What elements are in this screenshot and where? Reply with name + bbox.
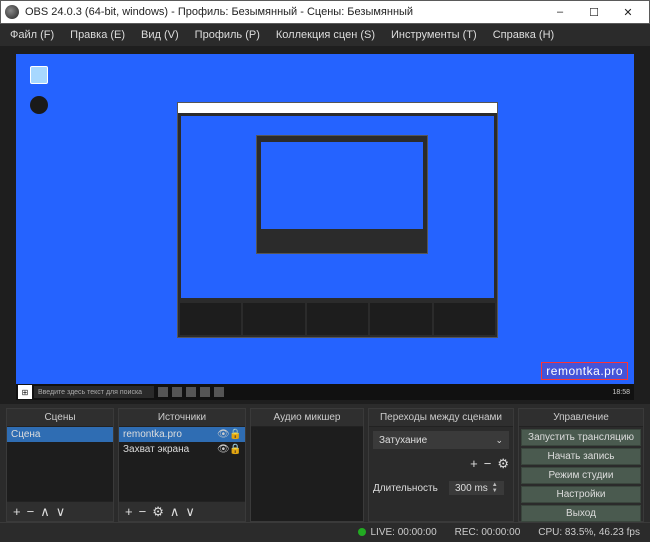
status-bar: LIVE: 00:00:00 REC: 00:00:00 CPU: 83.5%,…: [0, 522, 650, 542]
scene-item[interactable]: Сцена: [7, 427, 113, 442]
sources-list[interactable]: remontka.pro 👁 🔒 Захват экрана 👁 🔒: [119, 427, 245, 501]
scene-down-button[interactable]: ∨: [56, 505, 66, 518]
status-rec: REC: 00:00:00: [455, 527, 521, 538]
settings-button[interactable]: Настройки: [521, 486, 641, 503]
source-item-label: Захват экрана: [123, 444, 217, 455]
maximize-button[interactable]: ☐: [577, 1, 611, 23]
scene-item-label: Сцена: [11, 429, 109, 440]
lock-toggle-icon[interactable]: 🔒: [229, 429, 241, 440]
controls-panel: Управление Запустить трансляцию Начать з…: [518, 408, 644, 522]
sources-panel: Источники remontka.pro 👁 🔒 Захват экрана…: [118, 408, 246, 522]
menu-tools[interactable]: Инструменты (T): [383, 26, 485, 44]
preview-area[interactable]: remontka.pro ⊞ Введите здесь текст для п…: [0, 46, 650, 404]
close-button[interactable]: ✕: [611, 1, 645, 23]
start-recording-button[interactable]: Начать запись: [521, 448, 641, 465]
menu-file[interactable]: Файл (F): [2, 26, 62, 44]
status-live: LIVE: 00:00:00: [358, 527, 436, 538]
captured-screen: remontka.pro ⊞ Введите здесь текст для п…: [16, 54, 634, 400]
window-title: OBS 24.0.3 (64-bit, windows) - Профиль: …: [25, 6, 543, 18]
duration-spinner[interactable]: ▲ ▼: [492, 482, 498, 494]
duration-label: Длительность: [373, 483, 441, 494]
sources-toolbar: + − ⚙ ∧ ∨: [119, 501, 245, 521]
audio-mixer-body[interactable]: [251, 427, 363, 521]
studio-mode-button[interactable]: Режим студии: [521, 467, 641, 484]
visibility-toggle-icon[interactable]: 👁: [217, 429, 229, 440]
source-item[interactable]: Захват экрана 👁 🔒: [119, 442, 245, 457]
source-down-button[interactable]: ∨: [185, 505, 195, 518]
nested-obs-window: [177, 102, 498, 337]
menu-edit[interactable]: Правка (E): [62, 26, 133, 44]
add-source-button[interactable]: +: [125, 505, 133, 518]
transition-selected-label: Затухание: [379, 435, 427, 446]
taskbar-clock: 18:58: [612, 389, 634, 396]
desktop-icon: [30, 66, 48, 84]
lock-toggle-icon[interactable]: 🔒: [229, 444, 241, 455]
status-cpu: CPU: 83.5%, 46.23 fps: [538, 527, 640, 538]
taskbar-icon: [214, 387, 224, 397]
taskbar-icon: [158, 387, 168, 397]
menubar: Файл (F) Правка (E) Вид (V) Профиль (P) …: [0, 24, 650, 46]
docks-row: Сцены Сцена + − ∧ ∨ Источники remontka.p…: [0, 404, 650, 522]
titlebar: OBS 24.0.3 (64-bit, windows) - Профиль: …: [0, 0, 650, 24]
duration-value: 300 ms: [455, 483, 488, 494]
menu-scene-collection[interactable]: Коллекция сцен (S): [268, 26, 383, 44]
watermark-overlay: remontka.pro: [541, 362, 628, 380]
transition-settings-button[interactable]: ⚙: [497, 456, 509, 472]
duration-input[interactable]: 300 ms ▲ ▼: [449, 481, 504, 495]
remove-transition-button[interactable]: −: [484, 456, 492, 472]
sources-panel-title: Источники: [119, 409, 245, 427]
desktop-icon: [30, 96, 48, 114]
taskbar-icon: [186, 387, 196, 397]
scenes-panel-title: Сцены: [7, 409, 113, 427]
taskbar-icon: [200, 387, 210, 397]
add-transition-button[interactable]: +: [470, 456, 478, 472]
remove-scene-button[interactable]: −: [27, 505, 35, 518]
taskbar-search: Введите здесь текст для поиска: [34, 386, 154, 398]
transitions-title: Переходы между сценами: [369, 409, 513, 427]
transitions-panel: Переходы между сценами Затухание ⌄ + − ⚙…: [368, 408, 514, 522]
minimize-button[interactable]: –: [543, 1, 577, 23]
scenes-panel: Сцены Сцена + − ∧ ∨: [6, 408, 114, 522]
controls-body: Запустить трансляцию Начать запись Режим…: [519, 427, 643, 524]
spin-down-icon[interactable]: ▼: [492, 488, 498, 494]
remove-source-button[interactable]: −: [139, 505, 147, 518]
app-icon: [5, 5, 19, 19]
visibility-toggle-icon[interactable]: 👁: [217, 444, 229, 455]
scenes-toolbar: + − ∧ ∨: [7, 501, 113, 521]
scene-up-button[interactable]: ∧: [40, 505, 50, 518]
source-item[interactable]: remontka.pro 👁 🔒: [119, 427, 245, 442]
captured-taskbar: ⊞ Введите здесь текст для поиска 18:58: [16, 384, 634, 400]
source-settings-button[interactable]: ⚙: [152, 505, 164, 518]
transition-select[interactable]: Затухание ⌄: [373, 431, 509, 449]
scenes-list[interactable]: Сцена: [7, 427, 113, 501]
source-item-label: remontka.pro: [123, 429, 217, 440]
start-streaming-button[interactable]: Запустить трансляцию: [521, 429, 641, 446]
transitions-body: Затухание ⌄ + − ⚙ Длительность 300 ms ▲ …: [369, 427, 513, 501]
controls-title: Управление: [519, 409, 643, 427]
menu-view[interactable]: Вид (V): [133, 26, 187, 44]
add-scene-button[interactable]: +: [13, 505, 21, 518]
menu-profile[interactable]: Профиль (P): [187, 26, 268, 44]
source-up-button[interactable]: ∧: [170, 505, 180, 518]
menu-help[interactable]: Справка (H): [485, 26, 562, 44]
audio-mixer-title: Аудио микшер: [251, 409, 363, 427]
exit-button[interactable]: Выход: [521, 505, 641, 522]
chevron-down-icon: ⌄: [495, 435, 503, 446]
taskbar-icon: [172, 387, 182, 397]
audio-mixer-panel: Аудио микшер: [250, 408, 364, 522]
start-icon: ⊞: [18, 385, 32, 399]
